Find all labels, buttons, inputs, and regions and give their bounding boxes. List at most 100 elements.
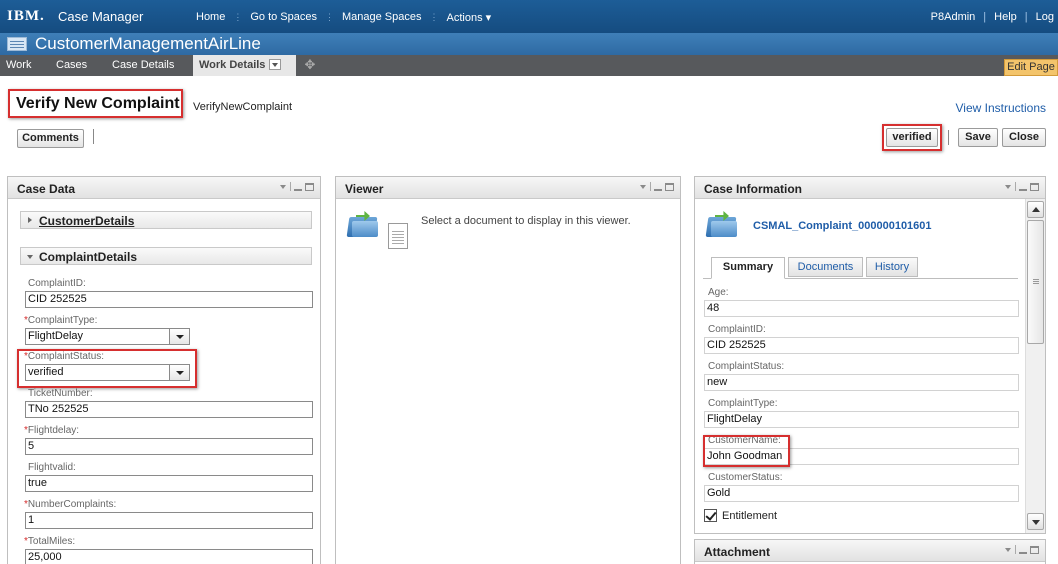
toolbar-divider: [93, 129, 94, 144]
age-value: 48: [704, 300, 1019, 317]
folder-front-shape: [711, 221, 737, 237]
nav-manage-spaces[interactable]: Manage Spaces: [342, 11, 422, 24]
complaint-id-field[interactable]: CID 252525: [25, 291, 313, 308]
tab-summary[interactable]: Summary: [711, 257, 785, 279]
panel-controls: [280, 182, 314, 191]
scroll-up-icon[interactable]: [1027, 201, 1044, 218]
number-complaints-field[interactable]: 1: [25, 512, 313, 529]
page-title: Verify New Complaint: [16, 95, 180, 112]
panel-menu-icon[interactable]: [640, 184, 646, 189]
tab-work[interactable]: Work: [0, 55, 37, 76]
complaint-type-label-text: ComplaintType:: [27, 315, 98, 326]
chevron-down-icon[interactable]: [169, 365, 189, 380]
viewer-panel: Viewer Select a document to display in t…: [335, 176, 681, 564]
customer-name-highlight: [703, 435, 790, 467]
tab-history[interactable]: History: [866, 257, 918, 277]
nav-go-to-spaces[interactable]: Go to Spaces: [250, 11, 317, 24]
minimize-icon[interactable]: [654, 188, 662, 191]
section-complaint-details[interactable]: ComplaintDetails: [20, 247, 312, 265]
viewer-message: Select a document to display in this vie…: [421, 215, 631, 227]
nav-home[interactable]: Home: [196, 11, 225, 24]
flight-delay-label-text: Flightdelay:: [27, 425, 80, 436]
link-separator: |: [1024, 11, 1028, 23]
complaint-status-value: verified: [28, 366, 64, 378]
entitlement-checkbox[interactable]: [704, 509, 717, 522]
folder-front-shape: [352, 221, 378, 237]
case-data-panel: Case Data CustomerDetails ComplaintDetai…: [7, 176, 321, 564]
viewer-header: Viewer: [336, 177, 680, 199]
ci-complaint-type-value: FlightDelay: [704, 411, 1019, 428]
chevron-down-icon[interactable]: [169, 329, 189, 344]
total-miles-field[interactable]: 25,000: [25, 549, 313, 564]
minimize-icon[interactable]: [1019, 551, 1027, 554]
age-label: Age:: [708, 287, 729, 298]
section-customer-details[interactable]: CustomerDetails: [20, 211, 312, 229]
minimize-icon[interactable]: [1019, 188, 1027, 191]
total-miles-label: *TotalMiles:: [24, 536, 75, 547]
tab-documents[interactable]: Documents: [788, 257, 863, 277]
maximize-icon[interactable]: [1030, 182, 1039, 191]
case-information-panel: Case Information CSMAL_Complaint_0000001…: [694, 176, 1046, 534]
ticket-number-field[interactable]: TNo 252525: [25, 401, 313, 418]
entitlement-label: Entitlement: [722, 510, 778, 522]
tab-cases[interactable]: Cases: [50, 55, 93, 76]
complaint-status-label: *ComplaintStatus:: [24, 351, 104, 362]
attachment-panel: Attachment: [694, 539, 1046, 564]
panel-controls: [640, 182, 674, 191]
control-separator: [1015, 545, 1016, 554]
link-separator: |: [983, 11, 987, 23]
complaint-type-label: *ComplaintType:: [24, 315, 97, 326]
add-tab-icon[interactable]: ✥: [304, 58, 316, 71]
tab-work-details[interactable]: Work Details: [193, 55, 296, 76]
scroll-thumb[interactable]: [1027, 220, 1044, 344]
case-folder-icon: [705, 211, 741, 237]
panel-menu-icon[interactable]: [1005, 547, 1011, 552]
total-miles-label-text: TotalMiles:: [27, 536, 76, 547]
case-info-scrollbar[interactable]: [1025, 199, 1045, 533]
save-button[interactable]: Save: [958, 128, 998, 147]
case-data-header: Case Data: [8, 177, 320, 199]
page-tab-bar: Work Cases Case Details Work Details ✥: [0, 55, 1058, 76]
nav-separator: ⋮: [233, 12, 243, 22]
complaint-type-select[interactable]: FlightDelay: [25, 328, 190, 345]
number-complaints-label-text: NumberComplaints:: [27, 499, 117, 510]
complaint-type-value: FlightDelay: [28, 330, 84, 342]
case-id-link[interactable]: CSMAL_Complaint_000000101601: [753, 220, 932, 232]
document-folder-icon: [346, 211, 382, 237]
panel-menu-icon[interactable]: [280, 184, 286, 189]
nav-separator: ⋮: [325, 12, 334, 22]
maximize-icon[interactable]: [1030, 545, 1039, 554]
attachment-header: Attachment: [695, 540, 1045, 562]
edit-page-button[interactable]: Edit Page: [1004, 59, 1058, 76]
product-name: Case Manager: [58, 9, 144, 24]
verified-button[interactable]: verified: [886, 128, 938, 147]
nav-actions-menu[interactable]: Actions ▾: [447, 11, 492, 24]
flight-valid-field[interactable]: true: [25, 475, 313, 492]
panel-controls: [1005, 182, 1039, 191]
complaint-status-select[interactable]: verified: [25, 364, 190, 381]
tab-menu-icon[interactable]: [269, 58, 282, 70]
comments-button[interactable]: Comments: [17, 129, 84, 148]
close-button[interactable]: Close: [1002, 128, 1046, 147]
maximize-icon[interactable]: [305, 182, 314, 191]
maximize-icon[interactable]: [665, 182, 674, 191]
ci-complaint-id-label: ComplaintID:: [708, 324, 766, 335]
minimize-icon[interactable]: [294, 188, 302, 191]
tab-case-details[interactable]: Case Details: [106, 55, 180, 76]
section-complaint-details-label: ComplaintDetails: [39, 250, 138, 264]
logout-link[interactable]: Log: [1036, 11, 1054, 23]
flight-delay-label: *Flightdelay:: [24, 425, 79, 436]
view-instructions-link[interactable]: View Instructions: [956, 101, 1047, 115]
customer-status-value: Gold: [704, 485, 1019, 502]
flight-delay-field[interactable]: 5: [25, 438, 313, 455]
control-separator: [650, 182, 651, 191]
scroll-down-icon[interactable]: [1027, 513, 1044, 530]
ci-complaint-status-value: new: [704, 374, 1019, 391]
panel-menu-icon[interactable]: [1005, 184, 1011, 189]
section-customer-details-label: CustomerDetails: [39, 214, 135, 228]
help-link[interactable]: Help: [994, 11, 1017, 23]
user-menu[interactable]: P8Admin: [931, 11, 976, 23]
case-data-title: Case Data: [17, 182, 76, 196]
page-title-highlight: Verify New Complaint: [8, 89, 183, 118]
solution-title: CustomerManagementAirLine: [35, 34, 261, 53]
